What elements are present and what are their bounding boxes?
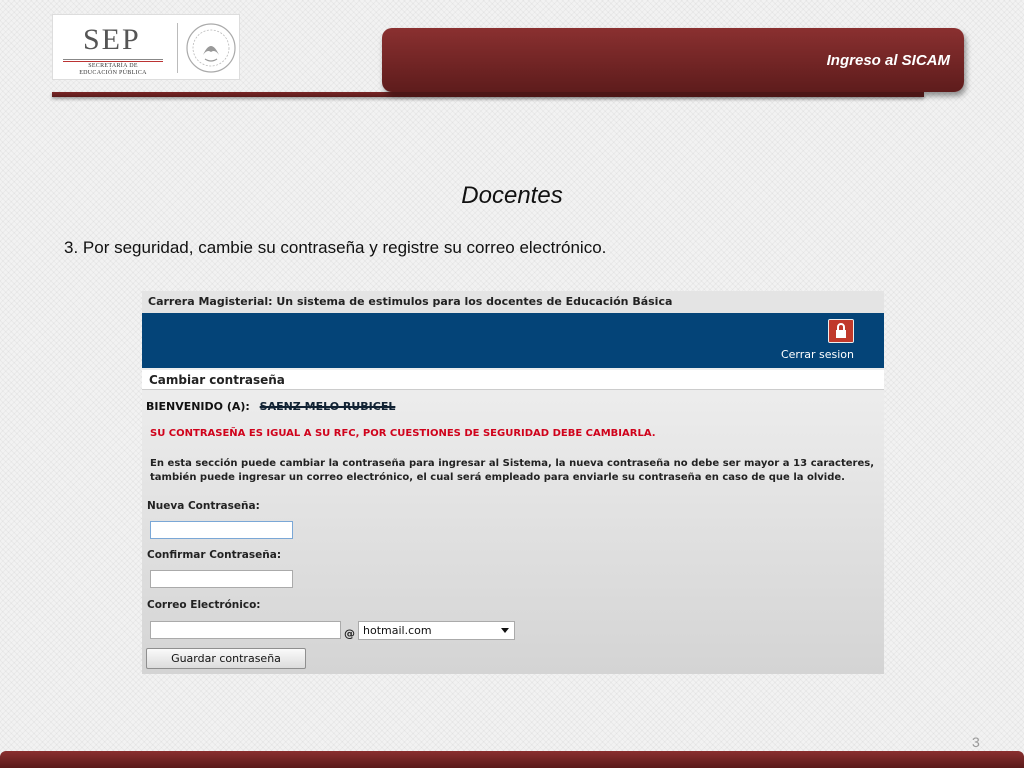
new-password-label: Nueva Contraseña: <box>147 500 260 512</box>
footer-bar <box>0 751 1024 768</box>
at-symbol: @ <box>344 627 355 640</box>
instruction-text: 3. Por seguridad, cambie su contraseña y… <box>64 238 607 257</box>
confirm-password-input[interactable] <box>150 570 293 588</box>
welcome-name: SAENZ MELO RUBICEL <box>259 400 396 413</box>
logout-link[interactable]: Cerrar sesion <box>781 348 854 361</box>
new-password-input[interactable] <box>150 521 293 539</box>
header-divider <box>52 92 924 97</box>
sep-logo-text: SEP <box>83 23 141 56</box>
save-password-button[interactable]: Guardar contraseña <box>146 648 306 669</box>
sep-logo-subtitle: SECRETARÍA DE EDUCACIÓN PÚBLICA <box>79 63 147 76</box>
sep-logo: SEP SECRETARÍA DE EDUCACIÓN PÚBLICA <box>52 14 240 80</box>
national-seal-icon <box>186 23 236 73</box>
info-text: En esta sección puede cambiar la contras… <box>150 458 874 483</box>
header-title: Ingreso al SICAM <box>826 52 950 69</box>
app-header-bar <box>142 313 884 368</box>
welcome-label: BIENVENIDO (A): <box>146 400 250 413</box>
slide-title: Docentes <box>461 182 563 209</box>
email-domain-value: hotmail.com <box>363 624 432 637</box>
lock-icon[interactable] <box>828 319 854 343</box>
email-input[interactable] <box>150 621 341 639</box>
section-title: Cambiar contraseña <box>142 370 884 390</box>
welcome-line: BIENVENIDO (A): SAENZ MELO RUBICEL <box>146 400 395 413</box>
email-domain-select[interactable]: hotmail.com <box>358 621 515 640</box>
app-title: Carrera Magisterial: Un sistema de estim… <box>142 291 884 313</box>
confirm-password-label: Confirmar Contraseña: <box>147 549 282 561</box>
chevron-down-icon <box>501 628 509 633</box>
warning-message: SU CONTRASEÑA ES IGUAL A SU RFC, POR CUE… <box>150 428 656 439</box>
page-number: 3 <box>972 734 980 750</box>
app-screenshot: Carrera Magisterial: Un sistema de estim… <box>142 291 884 674</box>
header-tab: Ingreso al SICAM <box>382 28 964 92</box>
email-label: Correo Electrónico: <box>147 599 261 611</box>
